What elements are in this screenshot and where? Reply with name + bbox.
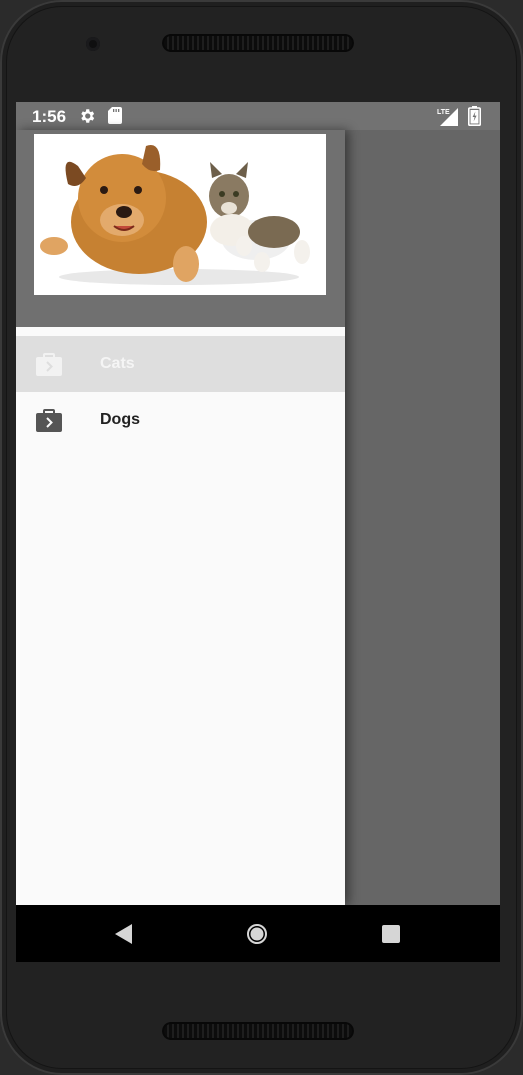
drawer-item-label: Cats bbox=[100, 355, 135, 372]
front-camera bbox=[86, 37, 100, 51]
briefcase-icon bbox=[36, 353, 62, 376]
header-image bbox=[34, 134, 326, 295]
battery-icon bbox=[468, 106, 481, 126]
home-icon[interactable] bbox=[246, 923, 268, 945]
bottom-speaker-grille bbox=[162, 1022, 354, 1040]
system-nav-bar bbox=[16, 905, 500, 962]
device-screen: 1:56 LTE Cats Dogs bbox=[16, 102, 500, 962]
status-bar: 1:56 LTE bbox=[16, 102, 500, 130]
navigation-drawer: Cats Dogs bbox=[16, 130, 345, 905]
gear-icon bbox=[81, 109, 95, 123]
drawer-item-dogs[interactable]: Dogs bbox=[16, 392, 345, 448]
status-time: 1:56 bbox=[32, 107, 67, 126]
drawer-header bbox=[16, 130, 345, 333]
dog-and-cat-photo bbox=[34, 134, 326, 295]
drawer-scrim[interactable] bbox=[345, 130, 500, 905]
phone-frame: 1:56 LTE Cats Dogs bbox=[0, 0, 523, 1075]
signal-icon: LTE bbox=[437, 108, 458, 126]
briefcase-icon bbox=[36, 409, 62, 432]
drawer-item-cats[interactable]: Cats bbox=[16, 336, 345, 392]
top-speaker-grille bbox=[162, 34, 354, 52]
back-icon[interactable] bbox=[114, 923, 134, 945]
network-label: LTE bbox=[437, 109, 450, 116]
drawer-item-label: Dogs bbox=[100, 411, 140, 428]
recents-icon[interactable] bbox=[382, 925, 400, 943]
sd-card-icon bbox=[108, 107, 122, 124]
